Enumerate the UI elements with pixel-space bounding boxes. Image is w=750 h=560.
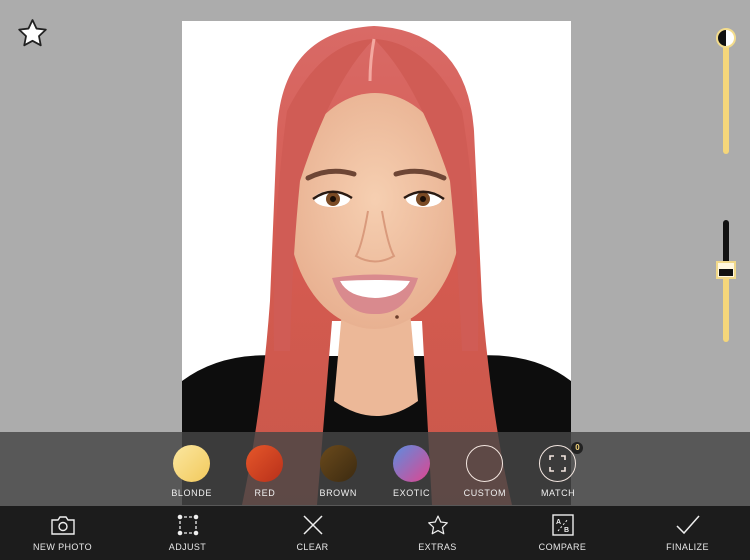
swatch-match[interactable]: 0 MATCH <box>521 432 594 506</box>
hair-color-app: BLONDE RED BROWN EXOTIC CUSTOM 0 MATCH N… <box>0 0 750 560</box>
favorite-button[interactable] <box>16 17 49 50</box>
x-icon <box>302 515 323 535</box>
swatch-exotic[interactable]: EXOTIC <box>375 432 448 506</box>
new-photo-button[interactable]: NEW PHOTO <box>0 506 125 560</box>
intensity-slider[interactable] <box>716 220 736 344</box>
swatch-brown[interactable]: BROWN <box>302 432 375 506</box>
match-count-badge: 0 <box>571 442 584 454</box>
swatch-label: CUSTOM <box>463 488 507 498</box>
compare-ab-icon: A B <box>551 514 574 536</box>
exotic-color-dot <box>392 445 430 482</box>
checkmark-icon <box>675 515 700 535</box>
blonde-color-dot <box>173 445 210 482</box>
swatch-label: MATCH <box>540 488 576 498</box>
bottom-toolbar: NEW PHOTO ADJUST CLEAR EXTRAS A B COMPAR… <box>0 506 750 560</box>
toolbar-label: EXTRAS <box>418 542 457 552</box>
swatch-custom[interactable]: CUSTOM <box>448 432 521 506</box>
color-palette-bar: BLONDE RED BROWN EXOTIC CUSTOM 0 MATCH <box>0 432 750 506</box>
svg-text:A: A <box>556 519 561 526</box>
star-outline-icon <box>18 19 47 47</box>
brown-color-dot <box>319 445 357 482</box>
camera-icon <box>50 516 75 535</box>
intensity-slider-handle[interactable] <box>716 261 736 279</box>
swatch-label: BROWN <box>319 488 357 498</box>
swatch-label: RED <box>254 488 276 498</box>
compare-button[interactable]: A B COMPARE <box>500 506 625 560</box>
swatch-label: BLONDE <box>171 488 212 498</box>
clear-button[interactable]: CLEAR <box>250 506 375 560</box>
svg-text:B: B <box>564 527 569 534</box>
swatch-blonde[interactable]: BLONDE <box>155 432 228 506</box>
custom-color-ring <box>466 445 504 482</box>
toolbar-label: CLEAR <box>296 542 329 552</box>
swatch-red[interactable]: RED <box>228 432 301 506</box>
brightness-slider-track[interactable] <box>723 38 729 154</box>
extras-button[interactable]: EXTRAS <box>375 506 500 560</box>
swatch-label: EXOTIC <box>392 488 431 498</box>
toolbar-label: ADJUST <box>168 542 207 552</box>
scan-frame-icon <box>549 455 567 472</box>
adjust-button[interactable]: ADJUST <box>125 506 250 560</box>
red-color-dot <box>246 445 284 482</box>
adjust-points-icon <box>177 514 198 536</box>
intensity-slider-track-lower[interactable] <box>723 268 729 342</box>
toolbar-label: FINALIZE <box>666 542 709 552</box>
toolbar-label: COMPARE <box>538 542 587 552</box>
brightness-slider[interactable] <box>716 28 736 156</box>
star-icon <box>427 515 448 535</box>
toolbar-label: NEW PHOTO <box>33 542 92 552</box>
finalize-button[interactable]: FINALIZE <box>625 506 750 560</box>
half-moon-contrast-icon[interactable] <box>716 28 736 48</box>
